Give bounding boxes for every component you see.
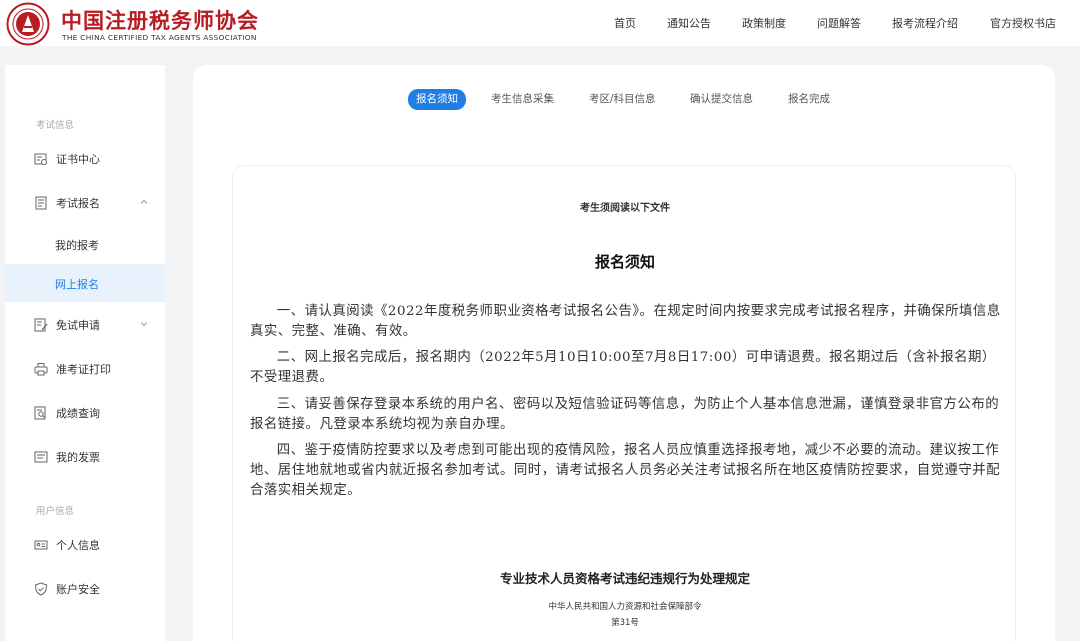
- sidebar-item-score-query[interactable]: 成绩查询: [5, 394, 165, 432]
- sidebar-item-my-invoices[interactable]: 我的发票: [5, 438, 165, 476]
- notice-document: 考生须阅读以下文件 报名须知 一、请认真阅读《2022年度税务师职业资格考试报名…: [232, 165, 1016, 641]
- step-exam-area-subjects[interactable]: 考区/科目信息: [589, 89, 656, 110]
- sidebar-item-label: 账户安全: [56, 583, 100, 596]
- nav-bookstore[interactable]: 官方授权书店: [990, 15, 1056, 31]
- step-complete[interactable]: 报名完成: [788, 89, 830, 110]
- notice-paragraph-1: 一、请认真阅读《2022年度税务师职业资格考试报名公告》。在规定时间内按要求完成…: [250, 304, 1001, 339]
- sidebar-item-personal-info[interactable]: 个人信息: [5, 526, 165, 564]
- chevron-down-icon[interactable]: [139, 319, 149, 329]
- sidebar-item-label: 考试报名: [56, 197, 100, 210]
- sidebar-subitem-online-registration[interactable]: 网上报名: [5, 264, 165, 302]
- top-header: 中国注册税务师协会 THE CHINA CERTIFIED TAX AGENTS…: [0, 0, 1080, 46]
- nav-home[interactable]: 首页: [614, 15, 636, 31]
- step-confirm-submit[interactable]: 确认提交信息: [690, 89, 753, 110]
- regulation-issuer: 中华人民共和国人力资源和社会保障部令: [548, 602, 702, 612]
- nav-policies[interactable]: 政策制度: [742, 15, 786, 31]
- sidebar-item-label: 网上报名: [55, 278, 99, 291]
- sidebar-item-exam-registration[interactable]: 考试报名: [5, 184, 165, 222]
- printer-icon: [34, 363, 48, 376]
- nav-process[interactable]: 报考流程介绍: [892, 15, 958, 31]
- document-icon: [35, 196, 47, 210]
- sidebar-item-exemption[interactable]: 免试申请: [5, 306, 165, 344]
- step-candidate-info[interactable]: 考生信息采集: [491, 89, 554, 110]
- nav-faq[interactable]: 问题解答: [817, 15, 861, 31]
- sidebar-section-exam: 考试信息: [36, 120, 75, 131]
- sidebar-item-label: 准考证打印: [56, 363, 111, 376]
- sidebar: 考试信息 证书中心 考试报名 我的报考 网上报名 免试申请 准考证打印 成绩查询…: [5, 65, 165, 641]
- sidebar-item-label: 我的报考: [55, 239, 99, 252]
- notice-paragraph-4: 四、鉴于疫情防控要求以及考虑到可能出现的疫情风险，报名人员应慎重选择报考地，减少…: [250, 443, 1001, 498]
- regulation-number: 第31号: [611, 618, 639, 628]
- step-registration-notice[interactable]: 报名须知: [408, 89, 466, 110]
- sidebar-item-certificates[interactable]: 证书中心: [5, 140, 165, 178]
- sidebar-subitem-my-registrations[interactable]: 我的报考: [5, 225, 165, 263]
- sidebar-item-account-security[interactable]: 账户安全: [5, 570, 165, 608]
- sidebar-item-label: 证书中心: [56, 153, 100, 166]
- sidebar-item-label: 个人信息: [56, 539, 100, 552]
- association-seal-icon[interactable]: [6, 2, 50, 46]
- sidebar-item-label: 免试申请: [56, 319, 100, 332]
- regulation-title: 专业技术人员资格考试违纪违规行为处理规定: [499, 571, 750, 586]
- brand-name-cn: 中国注册税务师协会: [61, 9, 259, 33]
- sidebar-item-admission-ticket[interactable]: 准考证打印: [5, 350, 165, 388]
- id-card-icon: [34, 540, 48, 550]
- search-document-icon: [34, 406, 46, 420]
- document-intro: 考生须阅读以下文件: [580, 203, 670, 214]
- sidebar-section-user: 用户信息: [36, 506, 75, 517]
- invoice-icon: [34, 451, 48, 463]
- nav-notices[interactable]: 通知公告: [667, 15, 711, 31]
- sidebar-item-label: 我的发票: [56, 451, 100, 464]
- document-title: 报名须知: [594, 253, 655, 271]
- certificate-icon: [34, 153, 47, 165]
- edit-document-icon: [34, 318, 48, 332]
- shield-icon: [34, 582, 48, 596]
- chevron-up-icon[interactable]: [139, 197, 149, 207]
- brand-name-en: THE CHINA CERTIFIED TAX AGENTS ASSOCIATI…: [62, 33, 257, 42]
- notice-paragraph-3: 三、请妥善保存登录本系统的用户名、密码以及短信验证码等信息，为防止个人基本信息泄…: [250, 397, 1000, 432]
- notice-paragraph-2: 二、网上报名完成后，报名期内（2022年5月10日10:00至7月8日17:00…: [250, 350, 996, 385]
- main-panel: 报名须知 考生信息采集 考区/科目信息 确认提交信息 报名完成 考生须阅读以下文…: [193, 65, 1055, 641]
- sidebar-item-label: 成绩查询: [56, 407, 100, 420]
